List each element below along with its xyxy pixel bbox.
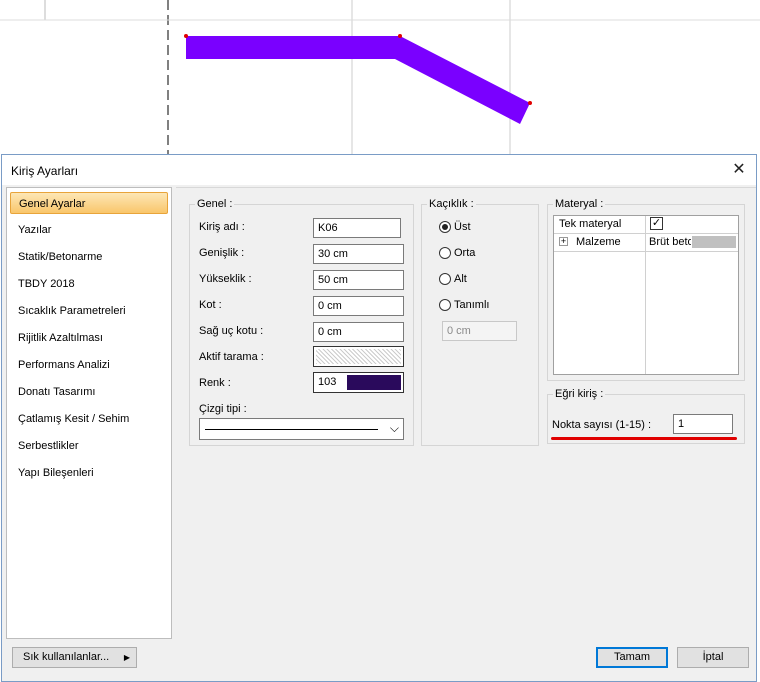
title-bar: Kiriş Ayarları ✕ xyxy=(2,155,756,185)
materyal-legend: Materyal : xyxy=(555,198,604,210)
kot-input[interactable]: 0 cm xyxy=(313,296,404,316)
sag-uc-kotu-label: Sağ uç kotu : xyxy=(199,325,264,337)
aktif-tarama-swatch[interactable] xyxy=(313,346,404,367)
tamam-button[interactable]: Tamam xyxy=(596,647,668,668)
sidebar-item-yazilar[interactable]: Yazılar xyxy=(10,219,168,241)
radio-orta-label: Orta xyxy=(454,247,476,259)
chevron-down-icon: ⌵ xyxy=(389,421,399,435)
renk-value: 103 xyxy=(318,376,337,388)
renk-picker[interactable]: 103 xyxy=(313,372,404,393)
materyal-grid: Tek materyal ✓ + Malzeme Brüt beto xyxy=(553,215,739,375)
sidebar-item-serbestlikler[interactable]: Serbestlikler xyxy=(10,435,168,457)
tek-materyal-row: Tek materyal ✓ xyxy=(554,216,738,234)
sidebar-item-sicaklik-parametreleri[interactable]: Sıcaklık Parametreleri xyxy=(10,300,168,322)
radio-tanimli[interactable] xyxy=(439,299,451,311)
sidebar-item-performans-analizi[interactable]: Performans Analizi xyxy=(10,354,168,376)
radio-alt[interactable] xyxy=(439,273,451,285)
beam-drawing xyxy=(186,36,530,124)
malzeme-dropdown[interactable] xyxy=(692,236,736,248)
renk-label: Renk : xyxy=(199,377,231,389)
sidebar-item-donati-tasarimi[interactable]: Donatı Tasarımı xyxy=(10,381,168,403)
highlight-underline xyxy=(551,437,737,440)
genislik-label: Genişlik : xyxy=(199,247,245,259)
expand-plus-icon[interactable]: + xyxy=(559,237,568,246)
line-style-preview xyxy=(205,429,378,430)
renk-color-swatch xyxy=(347,375,401,390)
beam-settings-dialog: Kiriş Ayarları ✕ Genel Ayarlar Yazılar S… xyxy=(1,154,757,682)
kaciklik-legend: Kaçıklık : xyxy=(429,198,474,210)
malzeme-row: + Malzeme Brüt beto xyxy=(554,234,738,252)
yukseklik-input[interactable]: 50 cm xyxy=(313,270,404,290)
sidebar-item-statik-betonarme[interactable]: Statik/Betonarme xyxy=(10,246,168,268)
kot-label: Kot : xyxy=(199,299,222,311)
sidebar-item-catlamis-kesit-sehim[interactable]: Çatlamış Kesit / Sehim xyxy=(10,408,168,430)
malzeme-value[interactable]: Brüt beto xyxy=(649,236,691,248)
radio-ust[interactable] xyxy=(439,221,451,233)
dialog-title: Kiriş Ayarları xyxy=(11,164,79,178)
arrow-right-icon: ▶ xyxy=(123,653,130,662)
kiris-adi-input[interactable]: K06 xyxy=(313,218,401,238)
tek-materyal-checkbox[interactable]: ✓ xyxy=(650,217,663,230)
iptal-button[interactable]: İptal xyxy=(677,647,749,668)
genislik-input[interactable]: 30 cm xyxy=(313,244,404,264)
settings-sidebar: Genel Ayarlar Yazılar Statik/Betonarme T… xyxy=(6,187,172,639)
settings-content: Genel : Kiriş adı : K06 Genişlik : 30 cm… xyxy=(176,187,756,640)
tek-materyal-label: Tek materyal xyxy=(559,218,622,230)
sidebar-item-genel-ayarlar[interactable]: Genel Ayarlar xyxy=(10,192,168,214)
sidebar-item-yapi-bilesenleri[interactable]: Yapı Bileşenleri xyxy=(10,462,168,484)
radio-alt-label: Alt xyxy=(454,273,467,285)
sag-uc-kotu-input[interactable]: 0 cm xyxy=(313,322,404,342)
malzeme-label: Malzeme xyxy=(576,236,621,248)
kiris-adi-label: Kiriş adı : xyxy=(199,221,245,233)
genel-legend: Genel : xyxy=(197,198,233,210)
nokta-sayisi-input[interactable]: 1 xyxy=(673,414,733,434)
sidebar-item-rijitlik-azaltilmasi[interactable]: Rijitlik Azaltılması xyxy=(10,327,168,349)
egri-kiris-legend: Eğri kiriş : xyxy=(555,388,604,400)
aktif-tarama-label: Aktif tarama : xyxy=(199,351,264,363)
yukseklik-label: Yükseklik : xyxy=(199,273,252,285)
radio-ust-label: Üst xyxy=(454,221,471,233)
radio-orta[interactable] xyxy=(439,247,451,259)
nokta-sayisi-label: Nokta sayısı (1-15) : xyxy=(552,419,652,431)
close-icon[interactable]: ✕ xyxy=(728,160,750,180)
sik-kullanilanlar-button[interactable]: Sık kullanılanlar... ▶ xyxy=(12,647,137,668)
tanimli-value-input[interactable]: 0 cm xyxy=(442,321,517,341)
sidebar-item-tbdy-2018[interactable]: TBDY 2018 xyxy=(10,273,168,295)
cizgi-tipi-select[interactable]: ⌵ xyxy=(199,418,404,440)
radio-tanimli-label: Tanımlı xyxy=(454,299,490,311)
cizgi-tipi-label: Çizgi tipi : xyxy=(199,403,247,415)
